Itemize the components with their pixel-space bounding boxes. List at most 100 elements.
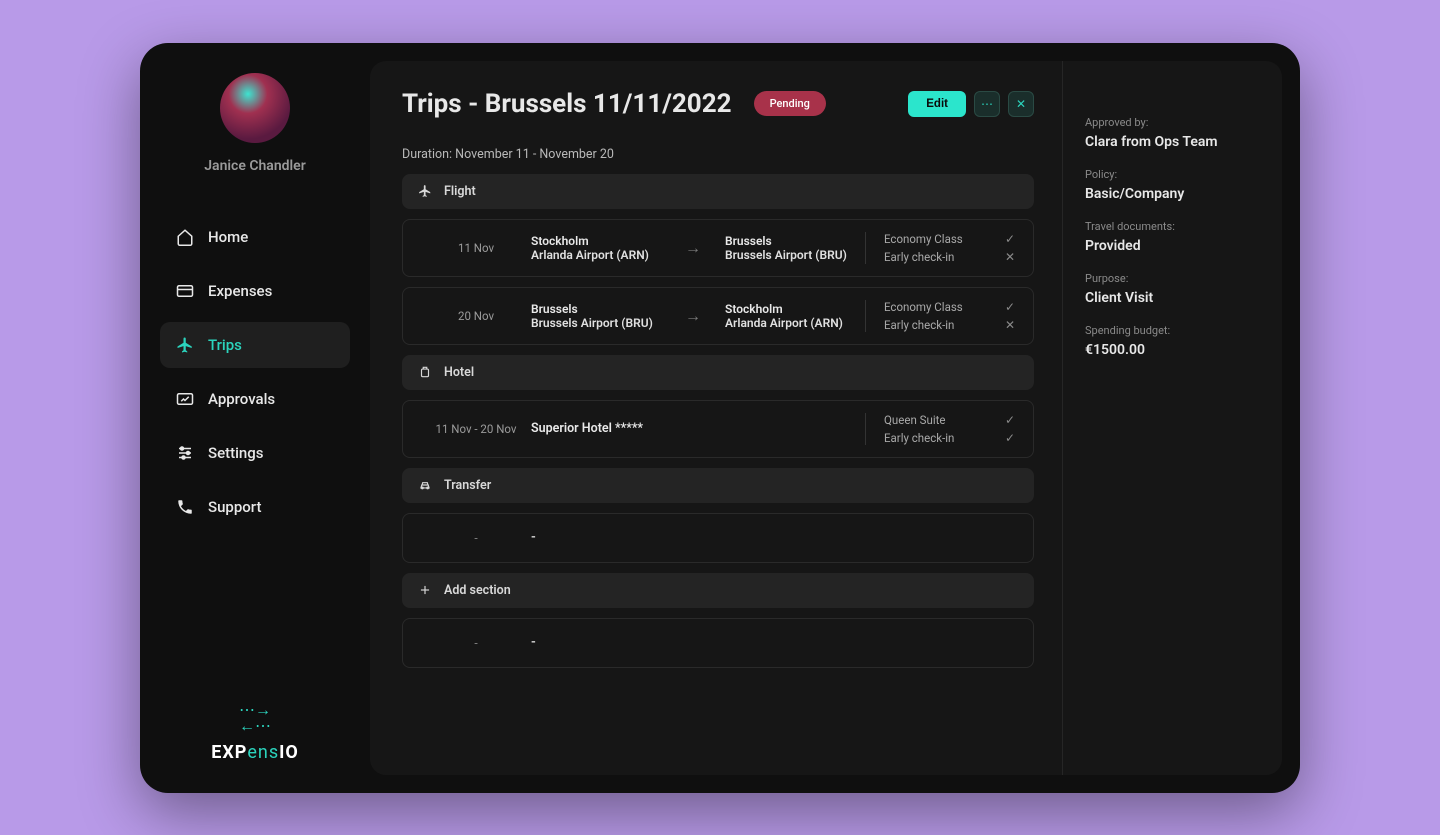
- transfer-row[interactable]: - -: [402, 513, 1034, 563]
- sidebar: Janice Chandler Home Expenses Trips Appr…: [140, 43, 370, 793]
- arrow-right-icon: →: [685, 306, 701, 326]
- status-badge: Pending: [754, 91, 826, 116]
- flight-attributes: Economy Class ✓ Early check-in ✕: [865, 300, 1015, 332]
- section-label: Hotel: [444, 365, 474, 380]
- to-airport: Arlanda Airport (ARN): [725, 316, 855, 330]
- nav-home[interactable]: Home: [160, 214, 350, 260]
- meta-docs: Travel documents: Provided: [1085, 220, 1260, 254]
- attr-label: Early check-in: [884, 318, 954, 332]
- more-icon: ⋯: [981, 97, 993, 111]
- to-city: Brussels: [725, 234, 855, 248]
- meta-panel: Approved by: Clara from Ops Team Policy:…: [1062, 61, 1282, 775]
- duration-text: Duration: November 11 - November 20: [402, 147, 1034, 162]
- attr-label: Early check-in: [884, 431, 954, 445]
- nav-label: Expenses: [208, 282, 272, 300]
- nav: Home Expenses Trips Approvals Settings S…: [150, 214, 360, 530]
- meta-value: €1500.00: [1085, 342, 1260, 358]
- meta-label: Purpose:: [1085, 272, 1260, 285]
- nav-label: Home: [208, 228, 248, 246]
- from-airport: Brussels Airport (BRU): [531, 316, 661, 330]
- section-hotel[interactable]: Hotel: [402, 355, 1034, 390]
- approval-icon: [176, 390, 194, 408]
- section-label: Transfer: [444, 478, 491, 493]
- logo: ⋯→←⋯ EXPensIO: [211, 702, 299, 763]
- attr-label: Economy Class: [884, 300, 963, 314]
- meta-label: Spending budget:: [1085, 324, 1260, 337]
- meta-budget: Spending budget: €1500.00: [1085, 324, 1260, 358]
- app-frame: Janice Chandler Home Expenses Trips Appr…: [140, 43, 1300, 793]
- meta-value: Basic/Company: [1085, 186, 1260, 202]
- meta-label: Travel documents:: [1085, 220, 1260, 233]
- flight-row[interactable]: 20 Nov Brussels Brussels Airport (BRU) →…: [402, 287, 1034, 345]
- meta-approved: Approved by: Clara from Ops Team: [1085, 116, 1260, 150]
- nav-expenses[interactable]: Expenses: [160, 268, 350, 314]
- section-label: Add section: [444, 583, 511, 598]
- meta-value: Provided: [1085, 238, 1260, 254]
- empty-value: -: [531, 530, 865, 545]
- to-airport: Brussels Airport (BRU): [725, 248, 855, 262]
- logo-text: EXPensIO: [211, 742, 299, 763]
- check-icon: ✓: [1005, 232, 1015, 246]
- luggage-icon: [418, 365, 432, 379]
- new-section-row[interactable]: - -: [402, 618, 1034, 668]
- home-icon: [176, 228, 194, 246]
- meta-value: Client Visit: [1085, 290, 1260, 306]
- check-icon: ✓: [1005, 413, 1015, 427]
- from-airport: Arlanda Airport (ARN): [531, 248, 661, 262]
- attr-label: Early check-in: [884, 250, 954, 264]
- page-title: Trips - Brussels 11/11/2022: [402, 89, 732, 119]
- nav-settings[interactable]: Settings: [160, 430, 350, 476]
- nav-trips[interactable]: Trips: [160, 322, 350, 368]
- plus-icon: [418, 583, 432, 597]
- flight-date: 11 Nov: [421, 241, 531, 255]
- flight-row[interactable]: 11 Nov Stockholm Arlanda Airport (ARN) →…: [402, 219, 1034, 277]
- x-icon: ✕: [1005, 250, 1015, 264]
- flight-date: 20 Nov: [421, 309, 531, 323]
- section-transfer[interactable]: Transfer: [402, 468, 1034, 503]
- hotel-dates: 11 Nov - 20 Nov: [421, 422, 531, 436]
- add-section-button[interactable]: Add section: [402, 573, 1034, 608]
- nav-label: Support: [208, 498, 261, 516]
- plane-icon: [418, 184, 432, 198]
- phone-icon: [176, 498, 194, 516]
- flight-route: Stockholm Arlanda Airport (ARN) → Brusse…: [531, 234, 865, 262]
- meta-value: Clara from Ops Team: [1085, 134, 1260, 150]
- attr-label: Queen Suite: [884, 413, 945, 427]
- nav-label: Trips: [208, 336, 242, 354]
- card-icon: [176, 282, 194, 300]
- empty-date: -: [421, 531, 531, 545]
- close-button[interactable]: ✕: [1008, 91, 1034, 117]
- x-icon: ✕: [1005, 318, 1015, 332]
- nav-support[interactable]: Support: [160, 484, 350, 530]
- more-button[interactable]: ⋯: [974, 91, 1000, 117]
- main-panel: Trips - Brussels 11/11/2022 Pending Edit…: [370, 61, 1282, 775]
- flight-attributes: Economy Class ✓ Early check-in ✕: [865, 232, 1015, 264]
- to-city: Stockholm: [725, 302, 855, 316]
- meta-purpose: Purpose: Client Visit: [1085, 272, 1260, 306]
- nav-label: Settings: [208, 444, 264, 462]
- hotel-attributes: Queen Suite✓ Early check-in✓: [865, 413, 1015, 445]
- meta-label: Approved by:: [1085, 116, 1260, 129]
- section-label: Flight: [444, 184, 476, 199]
- hotel-row[interactable]: 11 Nov - 20 Nov Superior Hotel ***** Que…: [402, 400, 1034, 458]
- from-city: Stockholm: [531, 234, 661, 248]
- content: Trips - Brussels 11/11/2022 Pending Edit…: [370, 61, 1062, 775]
- flight-route: Brussels Brussels Airport (BRU) → Stockh…: [531, 302, 865, 330]
- arrow-right-icon: →: [685, 238, 701, 258]
- check-icon: ✓: [1005, 300, 1015, 314]
- header-actions: Edit ⋯ ✕: [908, 91, 1034, 117]
- empty-value: -: [531, 635, 865, 650]
- section-flight[interactable]: Flight: [402, 174, 1034, 209]
- attr-label: Economy Class: [884, 232, 963, 246]
- page-header: Trips - Brussels 11/11/2022 Pending Edit…: [402, 89, 1034, 119]
- nav-approvals[interactable]: Approvals: [160, 376, 350, 422]
- hotel-name: Superior Hotel *****: [531, 421, 865, 436]
- logo-icon: ⋯→←⋯: [239, 702, 271, 734]
- car-icon: [418, 478, 432, 492]
- nav-label: Approvals: [208, 390, 275, 408]
- meta-policy: Policy: Basic/Company: [1085, 168, 1260, 202]
- avatar[interactable]: [220, 73, 290, 143]
- close-icon: ✕: [1016, 97, 1026, 111]
- edit-button[interactable]: Edit: [908, 91, 966, 117]
- meta-label: Policy:: [1085, 168, 1260, 181]
